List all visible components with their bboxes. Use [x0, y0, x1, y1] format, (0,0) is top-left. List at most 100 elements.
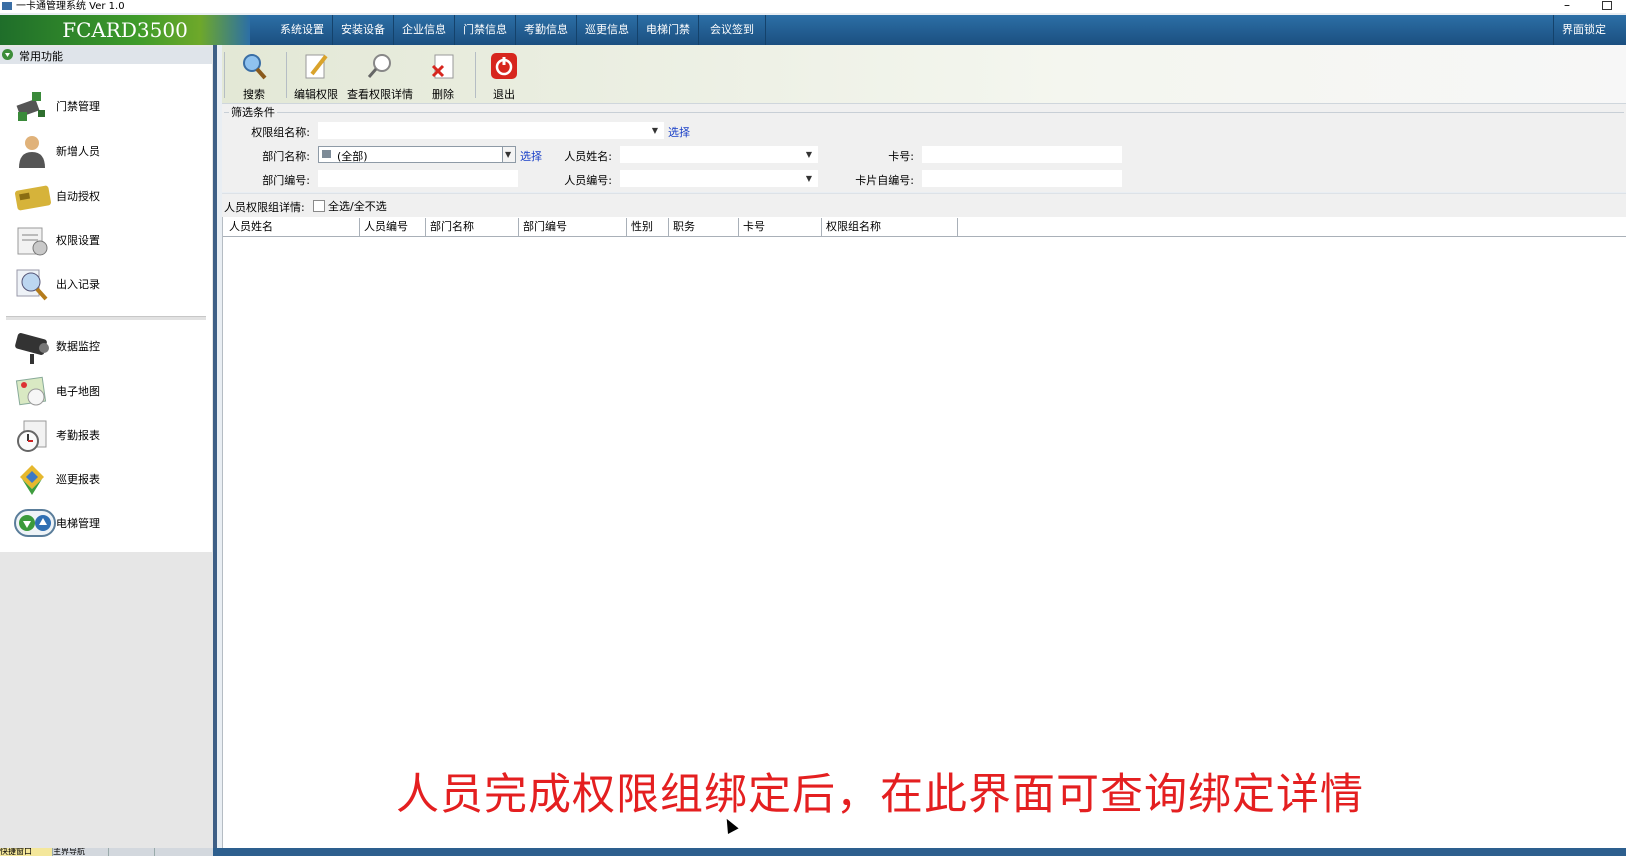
- menu-system-settings[interactable]: 系统设置: [272, 15, 333, 45]
- sidebar-item-elevator[interactable]: 电梯管理: [10, 503, 205, 543]
- col-dept-code[interactable]: 部门编号: [519, 218, 627, 236]
- camera-icon: [14, 328, 50, 364]
- exit-button[interactable]: 退出: [482, 48, 526, 102]
- toolbar-separator: [475, 52, 476, 98]
- sidebar-header[interactable]: 常用功能: [0, 47, 212, 65]
- sidebar-item-data-monitor[interactable]: 数据监控: [10, 326, 205, 366]
- search-button[interactable]: 搜索: [232, 48, 276, 102]
- col-position[interactable]: 职务: [669, 218, 739, 236]
- collapse-arrow-icon[interactable]: [2, 49, 13, 60]
- sidebar-item-label: 新增人员: [56, 145, 100, 158]
- card-no-input[interactable]: [922, 146, 1122, 163]
- edit-permission-button[interactable]: 编辑权限: [291, 48, 341, 102]
- details-label: 人员权限组详情:: [224, 201, 305, 214]
- delete-button[interactable]: 删除: [420, 48, 466, 102]
- window-title: 一卡通管理系统 Ver 1.0: [16, 1, 125, 12]
- map-icon: [14, 373, 50, 409]
- col-group-name[interactable]: 权限组名称: [822, 218, 958, 236]
- toolbar-separator: [286, 52, 287, 98]
- brand-logo: FCARD3500: [0, 15, 250, 45]
- menu-company-info[interactable]: 企业信息: [394, 15, 455, 45]
- sidebar-item-auto-authorize[interactable]: 自动授权: [10, 176, 205, 216]
- video-caption: 人员完成权限组绑定后，在此界面可查询绑定详情: [396, 770, 1364, 820]
- person-icon: [14, 133, 50, 169]
- menu-meeting-signin[interactable]: 会议签到: [699, 15, 766, 45]
- col-person-name[interactable]: 人员姓名: [225, 218, 360, 236]
- group-name-combobox[interactable]: ▼: [318, 122, 664, 139]
- delete-icon: [429, 52, 457, 80]
- filter-groupbox-line: [224, 112, 1624, 113]
- col-gender[interactable]: 性别: [627, 218, 669, 236]
- dept-code-label: 部门编号:: [262, 174, 310, 187]
- menu-elevator-access[interactable]: 电梯门禁: [638, 15, 699, 45]
- chevron-down-icon[interactable]: ▼: [652, 126, 658, 135]
- toolbar-separator: [224, 52, 225, 98]
- search-label: 搜索: [243, 88, 265, 101]
- card-self-code-label: 卡片自编号:: [855, 174, 914, 187]
- card-icon: [14, 178, 52, 214]
- sidebar-item-patrol-report[interactable]: 巡更报表: [10, 459, 205, 499]
- dropdown-button[interactable]: ▼: [502, 147, 515, 162]
- patrol-icon: [14, 461, 50, 497]
- card-no-label: 卡号:: [888, 150, 914, 163]
- window-titlebar: 一卡通管理系统 Ver 1.0 –: [0, 0, 1626, 13]
- person-code-label: 人员编号:: [564, 174, 612, 187]
- sidebar-divider: [6, 316, 206, 321]
- permission-details-grid[interactable]: [222, 217, 1626, 848]
- col-dept-name[interactable]: 部门名称: [426, 218, 519, 236]
- sidebar-item-attendance-report[interactable]: 考勤报表: [10, 415, 205, 455]
- card-self-code-input[interactable]: [922, 170, 1122, 187]
- select-all-checkbox[interactable]: [313, 200, 325, 212]
- group-name-label: 权限组名称:: [251, 126, 310, 139]
- menu-install-device[interactable]: 安装设备: [333, 15, 394, 45]
- clock-icon: [14, 417, 50, 453]
- chevron-down-icon[interactable]: ▼: [806, 150, 812, 159]
- sidebar-item-door-control[interactable]: 门禁管理: [10, 86, 205, 126]
- menu-lock-interface[interactable]: 界面锁定: [1553, 15, 1614, 45]
- permission-icon: [14, 222, 50, 258]
- person-name-combobox[interactable]: ▼: [620, 146, 818, 163]
- sidebar-header-label: 常用功能: [19, 50, 63, 63]
- app-icon: [2, 2, 12, 10]
- tab-extra[interactable]: [109, 848, 155, 856]
- minimize-button[interactable]: –: [1564, 0, 1570, 12]
- chevron-down-icon[interactable]: ▼: [806, 174, 812, 183]
- edit-permission-label: 编辑权限: [294, 88, 338, 101]
- view-permission-details-label: 查看权限详情: [347, 88, 413, 101]
- folder-icon: [322, 150, 331, 158]
- sidebar-item-permission-settings[interactable]: 权限设置: [10, 220, 205, 260]
- menu-access-info[interactable]: 门禁信息: [455, 15, 516, 45]
- dept-name-value: (全部): [337, 150, 368, 163]
- sidebar-item-label: 权限设置: [56, 234, 100, 247]
- sidebar-item-label: 考勤报表: [56, 429, 100, 442]
- view-permission-details-button[interactable]: 查看权限详情: [346, 48, 414, 102]
- sidebar-item-label: 出入记录: [56, 278, 100, 291]
- menu-patrol-info[interactable]: 巡更信息: [577, 15, 638, 45]
- tab-main-nav[interactable]: 主界导航: [53, 848, 109, 856]
- elevator-icon: [14, 505, 56, 541]
- restore-button[interactable]: [1602, 1, 1612, 10]
- sidebar-item-access-records[interactable]: 出入记录: [10, 264, 205, 304]
- filter-legend: 筛选条件: [229, 104, 277, 120]
- dept-name-combobox[interactable]: (全部) ▼: [318, 146, 516, 163]
- search-icon: [240, 52, 268, 80]
- sidebar-item-e-map[interactable]: 电子地图: [10, 371, 205, 411]
- magnifier-icon: [366, 52, 394, 80]
- sidebar-item-add-person[interactable]: 新增人员: [10, 131, 205, 171]
- group-select-link[interactable]: 选择: [668, 124, 690, 140]
- dept-name-label: 部门名称:: [262, 150, 310, 163]
- select-all-label[interactable]: 全选/全不选: [328, 198, 387, 214]
- chevron-down-icon: ▼: [505, 150, 512, 159]
- power-icon: [490, 52, 518, 80]
- col-person-code[interactable]: 人员编号: [360, 218, 426, 236]
- dept-code-input[interactable]: [318, 170, 518, 187]
- sidebar-item-label: 门禁管理: [56, 100, 100, 113]
- search-record-icon: [14, 266, 50, 302]
- person-code-combobox[interactable]: ▼: [620, 170, 818, 187]
- menu-attendance-info[interactable]: 考勤信息: [516, 15, 577, 45]
- col-card-no[interactable]: 卡号: [739, 218, 822, 236]
- person-name-label: 人员姓名:: [564, 150, 612, 163]
- delete-label: 删除: [432, 88, 454, 101]
- tab-quick-window[interactable]: 快捷窗口: [0, 848, 53, 856]
- edit-icon: [302, 52, 330, 80]
